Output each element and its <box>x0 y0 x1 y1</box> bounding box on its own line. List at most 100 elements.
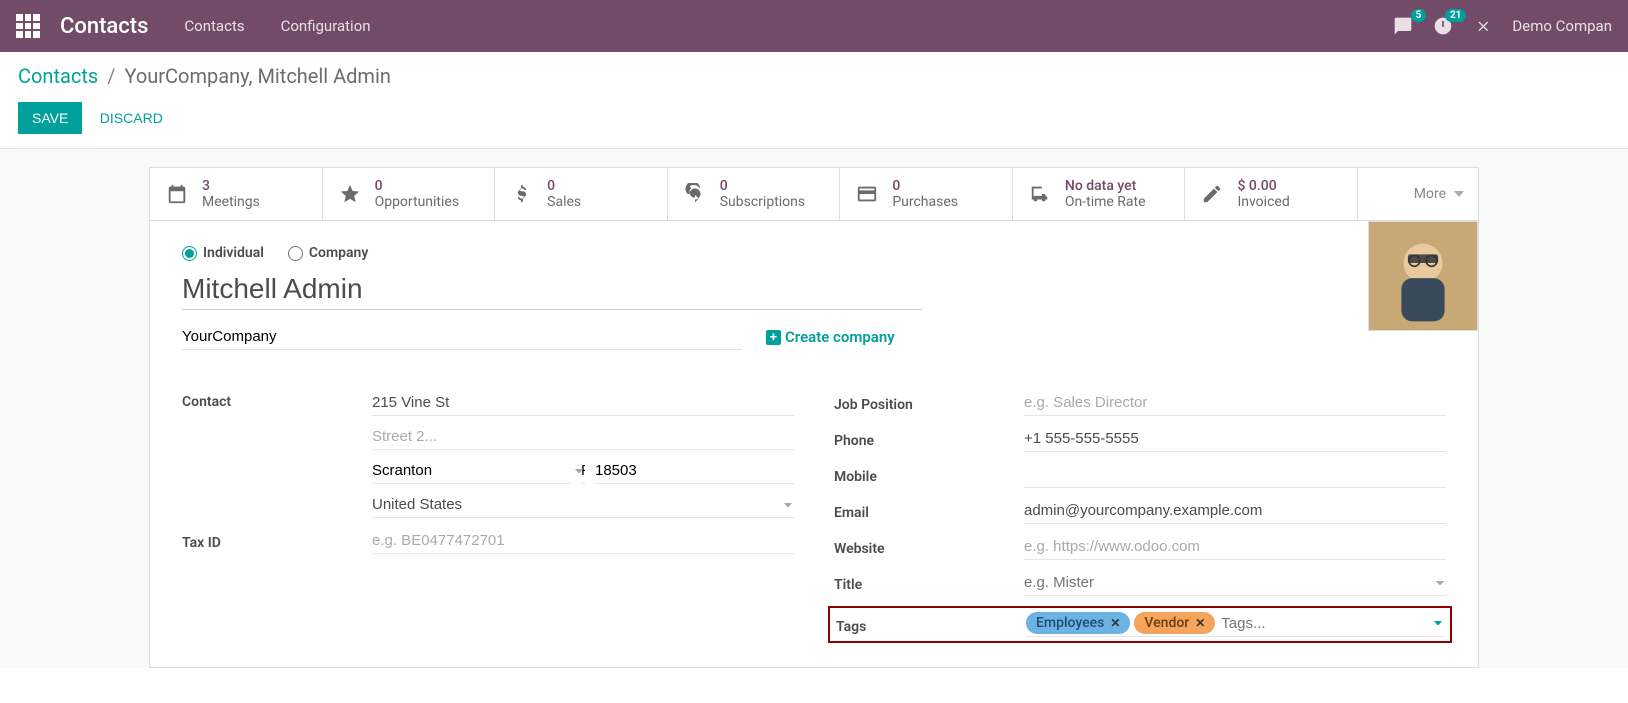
stat-value: 0 <box>547 178 581 194</box>
right-column: Job Position Phone Mobile Email <box>834 390 1446 643</box>
more-label: More <box>1414 186 1446 202</box>
stat-value: 0 <box>375 178 460 194</box>
state-input[interactable] <box>581 458 585 484</box>
address-field: Contact <box>182 390 794 518</box>
job-label: Job Position <box>834 393 1024 413</box>
nav-link-configuration[interactable]: Configuration <box>281 17 371 35</box>
avatar[interactable] <box>1368 221 1478 331</box>
stat-invoiced[interactable]: $ 0.00Invoiced <box>1185 168 1358 220</box>
edit-icon <box>1199 181 1225 207</box>
star-icon <box>337 181 363 207</box>
tag-vendor[interactable]: Vendor ✕ <box>1134 612 1215 634</box>
mobile-label: Mobile <box>834 465 1024 485</box>
stat-value: 3 <box>202 178 260 194</box>
breadcrumb-root[interactable]: Contacts <box>18 64 98 88</box>
company-input[interactable] <box>182 324 742 350</box>
stat-sales[interactable]: 0Sales <box>495 168 668 220</box>
stat-purchases[interactable]: 0Purchases <box>840 168 1013 220</box>
tags-field: Tags Employees ✕ Vendor ✕ <box>828 606 1452 643</box>
street-input[interactable] <box>372 390 794 416</box>
radio-individual-input[interactable] <box>182 246 197 261</box>
stat-value: 0 <box>892 178 958 194</box>
activity-badge: 21 <box>1445 9 1466 22</box>
website-input[interactable] <box>1024 534 1446 560</box>
country-input[interactable] <box>372 492 794 518</box>
save-button[interactable]: SAVE <box>18 102 82 134</box>
stat-ontime[interactable]: No data yetOn-time Rate <box>1013 168 1186 220</box>
stat-value: No data yet <box>1065 178 1146 194</box>
stat-more[interactable]: More <box>1358 168 1478 220</box>
tag-remove-icon[interactable]: ✕ <box>1195 616 1205 630</box>
chevron-down-icon <box>1454 191 1464 197</box>
phone-label: Phone <box>834 429 1024 449</box>
taxid-label: Tax ID <box>182 531 372 551</box>
breadcrumb: Contacts / YourCompany, Mitchell Admin <box>18 64 1610 88</box>
tag-employees[interactable]: Employees ✕ <box>1026 612 1130 634</box>
name-input[interactable] <box>182 269 922 310</box>
form-sheet: 3Meetings 0Opportunities 0Sales 0Subscri… <box>149 167 1479 668</box>
app-brand[interactable]: Contacts <box>60 14 148 39</box>
job-input[interactable] <box>1024 390 1446 416</box>
plus-icon: + <box>766 330 781 345</box>
company-switcher[interactable]: Demo Compan <box>1512 17 1612 35</box>
stat-opportunities[interactable]: 0Opportunities <box>323 168 496 220</box>
mobile-input[interactable] <box>1024 462 1446 488</box>
sheet-body: Individual Company + Create company <box>150 221 1478 667</box>
top-navbar: Contacts Contacts Configuration 5 21 Dem… <box>0 0 1628 52</box>
city-input[interactable] <box>372 458 571 484</box>
stat-label: Meetings <box>202 194 260 210</box>
fields-grid: Contact <box>182 390 1446 643</box>
zip-input[interactable] <box>595 458 794 484</box>
discard-button[interactable]: DISCARD <box>100 110 163 126</box>
close-icon[interactable] <box>1472 15 1494 37</box>
taxid-field: Tax ID <box>182 528 794 554</box>
job-field: Job Position <box>834 390 1446 416</box>
title-input[interactable] <box>1024 570 1446 596</box>
contact-type-radio: Individual Company <box>182 245 1446 261</box>
title-field: Title <box>834 570 1446 596</box>
card-icon <box>854 181 880 207</box>
phone-input[interactable] <box>1024 426 1446 452</box>
stat-buttons-row: 3Meetings 0Opportunities 0Sales 0Subscri… <box>150 168 1478 221</box>
breadcrumb-separator: / <box>103 64 119 88</box>
apps-icon[interactable] <box>16 14 40 38</box>
left-column: Contact <box>182 390 794 643</box>
create-company-label: Create company <box>785 328 895 346</box>
tag-label: Vendor <box>1144 615 1189 631</box>
activity-icon[interactable]: 21 <box>1432 15 1454 37</box>
control-bar: Contacts / YourCompany, Mitchell Admin S… <box>0 52 1628 149</box>
chevron-down-icon <box>1434 621 1442 626</box>
street2-input[interactable] <box>372 424 794 450</box>
company-row: + Create company <box>182 324 1446 350</box>
messages-badge: 5 <box>1411 9 1427 22</box>
stat-subscriptions[interactable]: 0Subscriptions <box>668 168 841 220</box>
tag-label: Employees <box>1036 615 1104 631</box>
email-input[interactable] <box>1024 498 1446 524</box>
email-label: Email <box>834 501 1024 521</box>
taxid-input[interactable] <box>372 528 794 554</box>
radio-company-input[interactable] <box>288 246 303 261</box>
radio-company[interactable]: Company <box>288 245 368 261</box>
email-field: Email <box>834 498 1446 524</box>
stat-label: Purchases <box>892 194 958 210</box>
dollar-icon <box>509 181 535 207</box>
stat-value: 0 <box>720 178 805 194</box>
create-company-button[interactable]: + Create company <box>766 328 895 346</box>
radio-company-label: Company <box>309 245 368 261</box>
messages-icon[interactable]: 5 <box>1392 15 1414 37</box>
tags-container[interactable]: Employees ✕ Vendor ✕ <box>1026 612 1444 637</box>
website-field: Website <box>834 534 1446 560</box>
mobile-field: Mobile <box>834 462 1446 488</box>
phone-field: Phone <box>834 426 1446 452</box>
tags-input[interactable] <box>1219 613 1444 634</box>
nav-link-contacts[interactable]: Contacts <box>184 17 244 35</box>
tags-label: Tags <box>836 615 1026 635</box>
stat-label: Subscriptions <box>720 194 805 210</box>
address-label: Contact <box>182 390 372 410</box>
radio-individual[interactable]: Individual <box>182 245 264 261</box>
tag-remove-icon[interactable]: ✕ <box>1110 616 1120 630</box>
stat-label: On-time Rate <box>1065 194 1146 210</box>
website-label: Website <box>834 537 1024 557</box>
refresh-icon <box>682 181 708 207</box>
stat-meetings[interactable]: 3Meetings <box>150 168 323 220</box>
